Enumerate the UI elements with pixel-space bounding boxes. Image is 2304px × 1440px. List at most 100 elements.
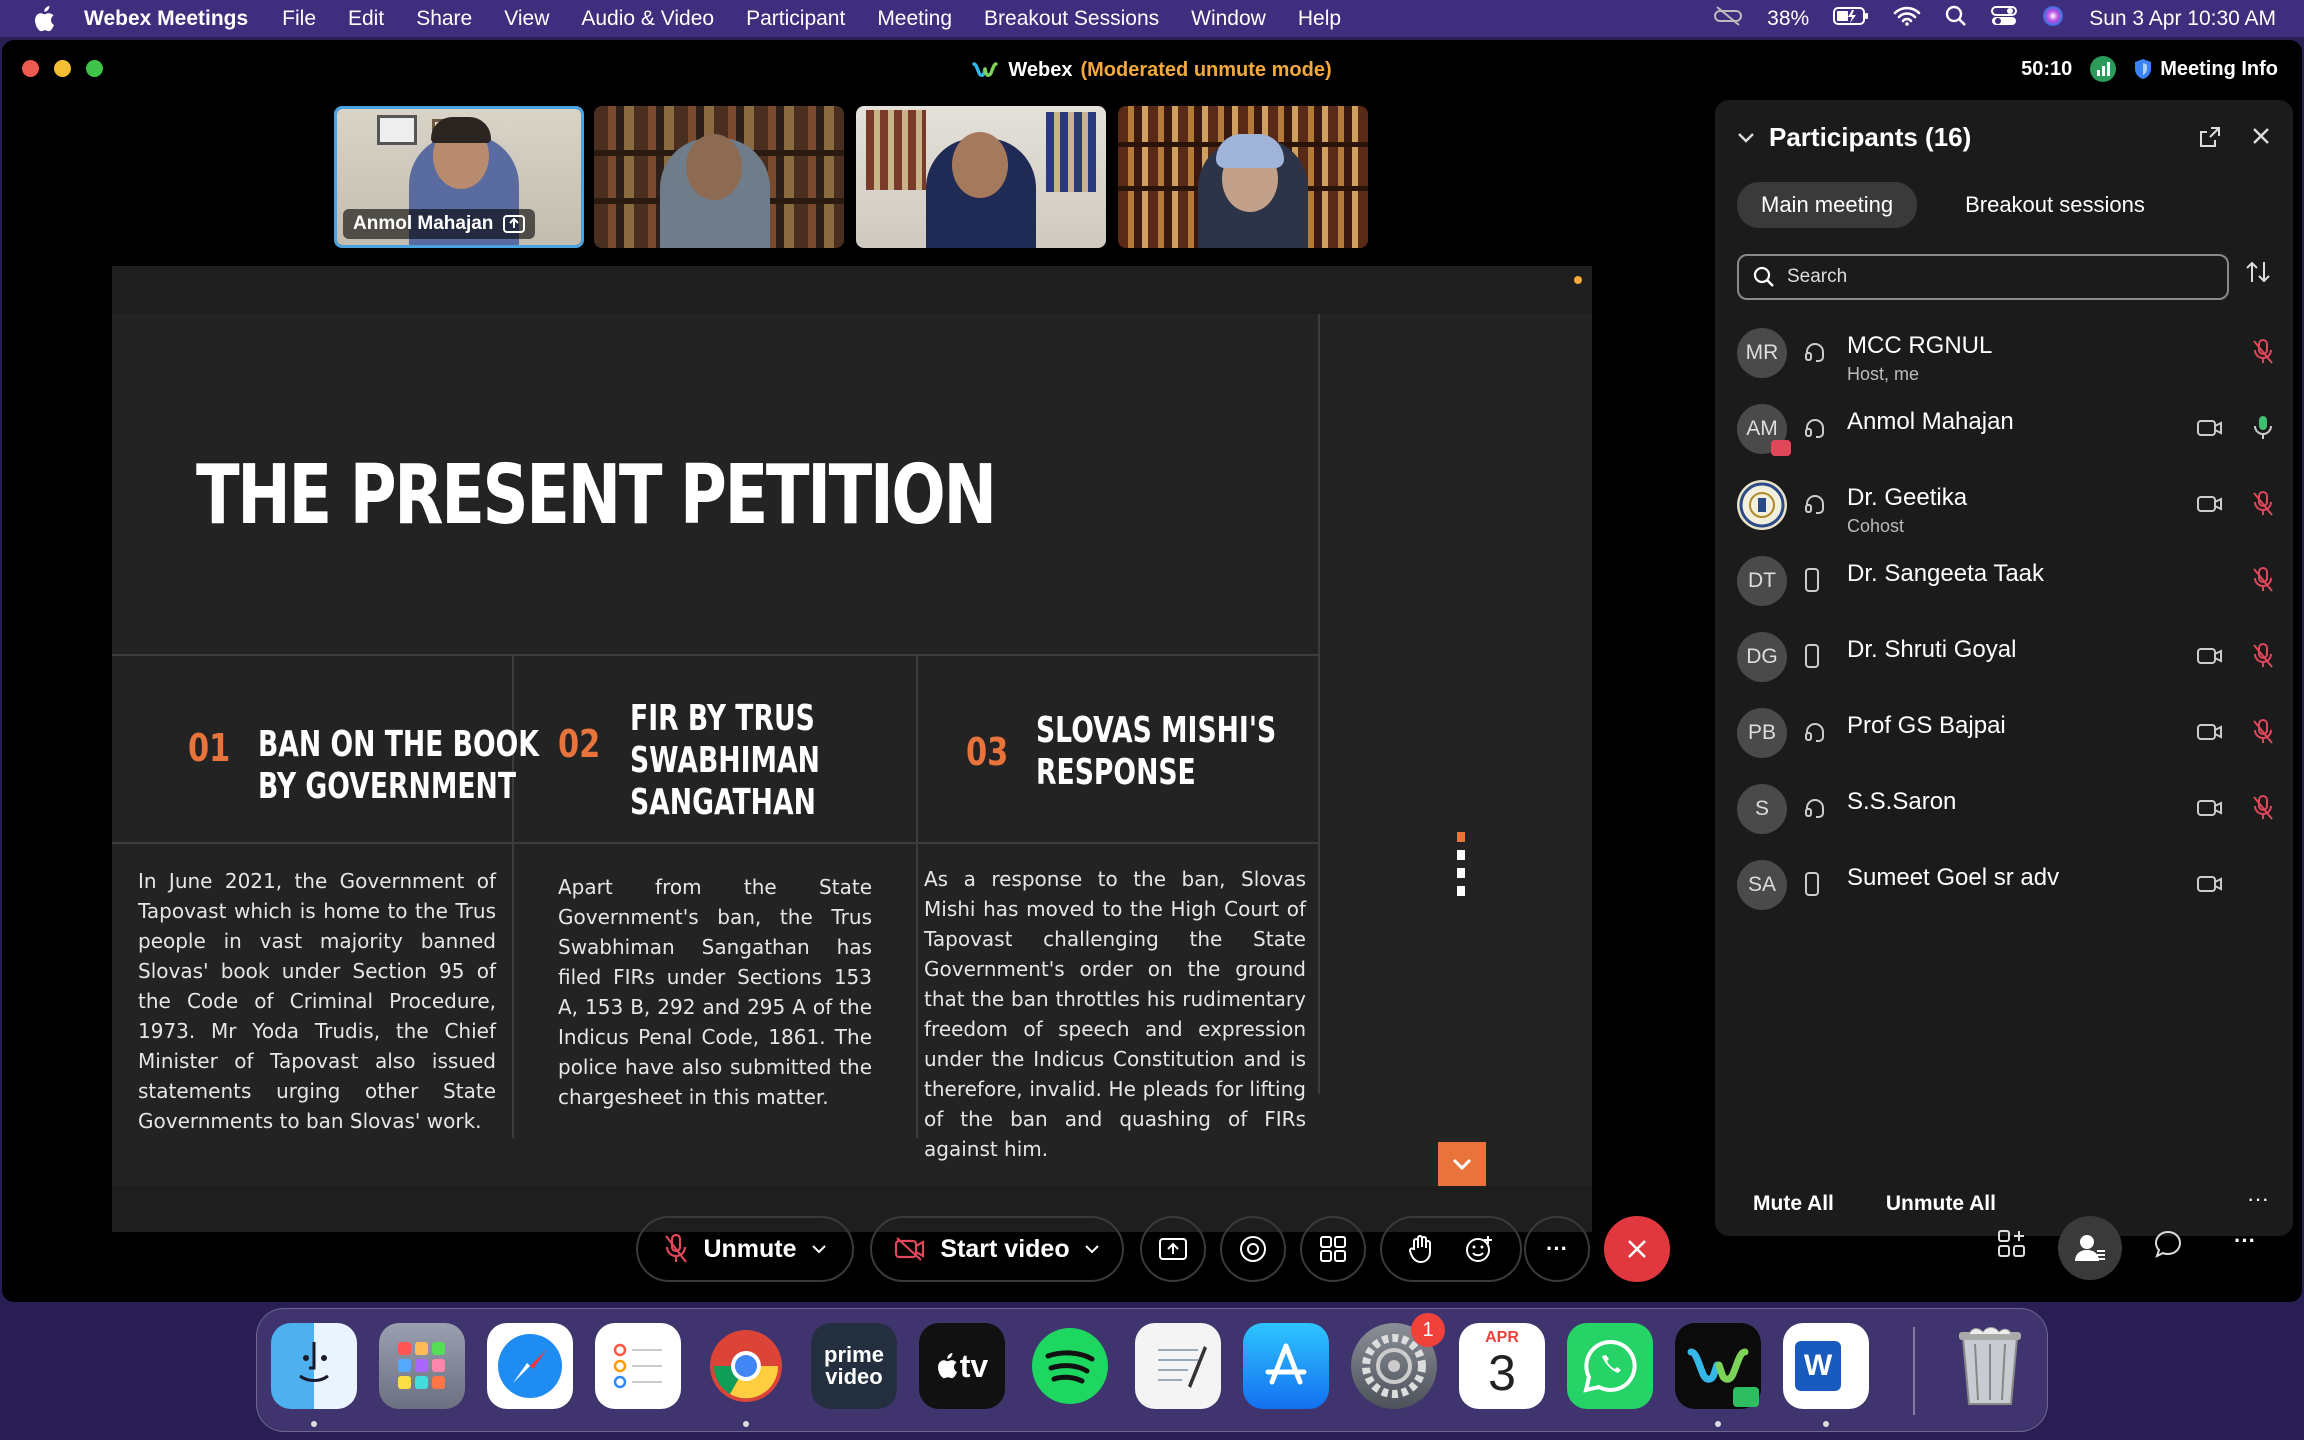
safari-icon[interactable]	[487, 1323, 573, 1409]
more-options-button[interactable]: ···	[1524, 1216, 1590, 1282]
mic-active-icon[interactable]	[2251, 414, 2275, 447]
video-thumbnail-anmol[interactable]: Anmol Mahajan	[334, 106, 584, 248]
chat-icon[interactable]	[2152, 1228, 2184, 1265]
participant-row[interactable]: Dr. Geetika Cohost	[1737, 472, 2277, 542]
camera-icon[interactable]	[2197, 646, 2223, 671]
scroll-down-button[interactable]	[1438, 1142, 1486, 1186]
participant-row[interactable]: DG Dr. Shruti Goyal	[1737, 624, 2277, 694]
network-health-icon[interactable]	[2090, 56, 2117, 82]
menu-share[interactable]: Share	[416, 7, 472, 31]
mic-muted-icon[interactable]	[2251, 794, 2275, 827]
bookshelf	[866, 110, 926, 190]
apple-icon[interactable]	[30, 5, 58, 33]
siri-icon[interactable]	[2041, 4, 2065, 34]
calendar-icon[interactable]: APR 3	[1459, 1323, 1545, 1409]
notification-badge: 1	[1411, 1313, 1445, 1347]
webex-dock-icon[interactable]	[1675, 1323, 1761, 1409]
video-thumbnail-3[interactable]	[856, 106, 1106, 248]
participant-row[interactable]: DT Dr. Sangeeta Taak	[1737, 548, 2277, 618]
mic-muted-icon[interactable]	[2251, 338, 2275, 371]
tab-breakout-sessions[interactable]: Breakout sessions	[1941, 182, 2169, 228]
dock-separator	[1913, 1327, 1915, 1415]
collapse-chevron-icon[interactable]	[1737, 132, 1755, 144]
camera-icon[interactable]	[2197, 418, 2223, 443]
participant-row[interactable]: PB Prof GS Bajpai	[1737, 700, 2277, 770]
menu-edit[interactable]: Edit	[348, 7, 384, 31]
menu-audio-video[interactable]: Audio & Video	[581, 7, 714, 31]
reaction-emoji-icon[interactable]	[1464, 1234, 1494, 1264]
reminders-icon[interactable]	[595, 1323, 681, 1409]
video-thumbnail-2[interactable]	[594, 106, 844, 248]
trash-icon[interactable]	[1947, 1323, 2033, 1409]
wifi-icon[interactable]	[1893, 6, 1921, 32]
mute-all-button[interactable]: Mute All	[1753, 1192, 1834, 1216]
spotify-icon[interactable]	[1027, 1323, 1113, 1409]
thumbnail-name-tag: Anmol Mahajan	[343, 209, 536, 239]
unmute-all-button[interactable]: Unmute All	[1886, 1192, 1996, 1216]
whatsapp-icon[interactable]	[1567, 1323, 1653, 1409]
menu-participant[interactable]: Participant	[746, 7, 845, 31]
menu-meeting[interactable]: Meeting	[877, 7, 952, 31]
prime-video-icon[interactable]: prime video	[811, 1323, 897, 1409]
participant-row[interactable]: SA Sumeet Goel sr adv	[1737, 852, 2277, 922]
record-button[interactable]	[1220, 1216, 1286, 1282]
headset-icon	[1803, 720, 1827, 749]
camera-icon[interactable]	[2197, 722, 2223, 747]
camera-icon[interactable]	[2197, 494, 2223, 519]
meeting-info-button[interactable]: Meeting Info	[2134, 58, 2278, 81]
launchpad-icon[interactable]	[379, 1323, 465, 1409]
mic-off-status-icon[interactable]	[1713, 5, 1743, 33]
menu-view[interactable]: View	[504, 7, 549, 31]
participant-row[interactable]: MR MCC RGNUL Host, me	[1737, 320, 2277, 390]
start-video-button[interactable]: Start video	[870, 1216, 1124, 1282]
mic-muted-icon[interactable]	[2251, 566, 2275, 599]
video-label: video	[825, 1364, 883, 1389]
spotlight-search-icon[interactable]	[1945, 5, 1967, 33]
camera-icon[interactable]	[2197, 874, 2223, 899]
share-button[interactable]	[1140, 1216, 1206, 1282]
tab-main-meeting[interactable]: Main meeting	[1737, 182, 1918, 228]
avatar: DG	[1737, 632, 1787, 682]
column-heading-1: BAN ON THE BOOK BY GOVERNMENT	[258, 724, 539, 807]
battery-icon[interactable]	[1833, 6, 1869, 31]
panel-more-options-button[interactable]: ···	[2234, 1228, 2256, 1254]
clock-datetime[interactable]: Sun 3 Apr 10:30 AM	[2089, 7, 2276, 31]
end-meeting-button[interactable]	[1604, 1216, 1670, 1282]
mic-muted-icon[interactable]	[2251, 490, 2275, 523]
participants-toggle-button[interactable]	[2058, 1216, 2122, 1280]
participant-search-input[interactable]: Search	[1737, 254, 2229, 300]
person-head	[686, 134, 742, 200]
menu-window[interactable]: Window	[1191, 7, 1266, 31]
textedit-icon[interactable]	[1135, 1323, 1221, 1409]
chevron-down-icon[interactable]	[811, 1244, 827, 1254]
video-badge-icon	[1733, 1387, 1759, 1407]
popout-icon[interactable]	[2199, 126, 2221, 148]
panel-more-button[interactable]: ···	[2247, 1186, 2269, 1212]
system-preferences-icon[interactable]: 1	[1351, 1313, 1445, 1409]
menu-file[interactable]: File	[282, 7, 316, 31]
sort-icon[interactable]	[2245, 260, 2271, 289]
apps-grid-button[interactable]	[1300, 1216, 1366, 1282]
close-icon[interactable]	[2251, 126, 2271, 146]
raise-hand-icon[interactable]	[1408, 1234, 1434, 1264]
app-store-icon[interactable]	[1243, 1323, 1329, 1409]
menu-help[interactable]: Help	[1298, 7, 1341, 31]
column-body-2: Apart from the State Government's ban, t…	[558, 875, 872, 1109]
finder-icon[interactable]	[271, 1323, 357, 1409]
participant-row[interactable]: S S.S.Saron	[1737, 776, 2277, 846]
add-apps-icon[interactable]	[1996, 1228, 2028, 1265]
camera-icon[interactable]	[2197, 798, 2223, 823]
video-thumbnail-4[interactable]	[1118, 106, 1368, 248]
word-icon[interactable]: W	[1783, 1323, 1869, 1409]
control-center-icon[interactable]	[1991, 5, 2018, 33]
mic-muted-icon[interactable]	[2251, 642, 2275, 675]
app-name[interactable]: Webex Meetings	[84, 7, 248, 31]
menu-breakout-sessions[interactable]: Breakout Sessions	[984, 7, 1159, 31]
apple-tv-icon[interactable]: tv	[919, 1323, 1005, 1409]
mic-muted-icon[interactable]	[2251, 718, 2275, 751]
wall-frame	[377, 115, 417, 145]
participant-row[interactable]: AM Anmol Mahajan	[1737, 396, 2277, 466]
chrome-icon[interactable]	[703, 1323, 789, 1409]
unmute-button[interactable]: Unmute	[636, 1216, 854, 1282]
chevron-down-icon[interactable]	[1084, 1244, 1100, 1254]
